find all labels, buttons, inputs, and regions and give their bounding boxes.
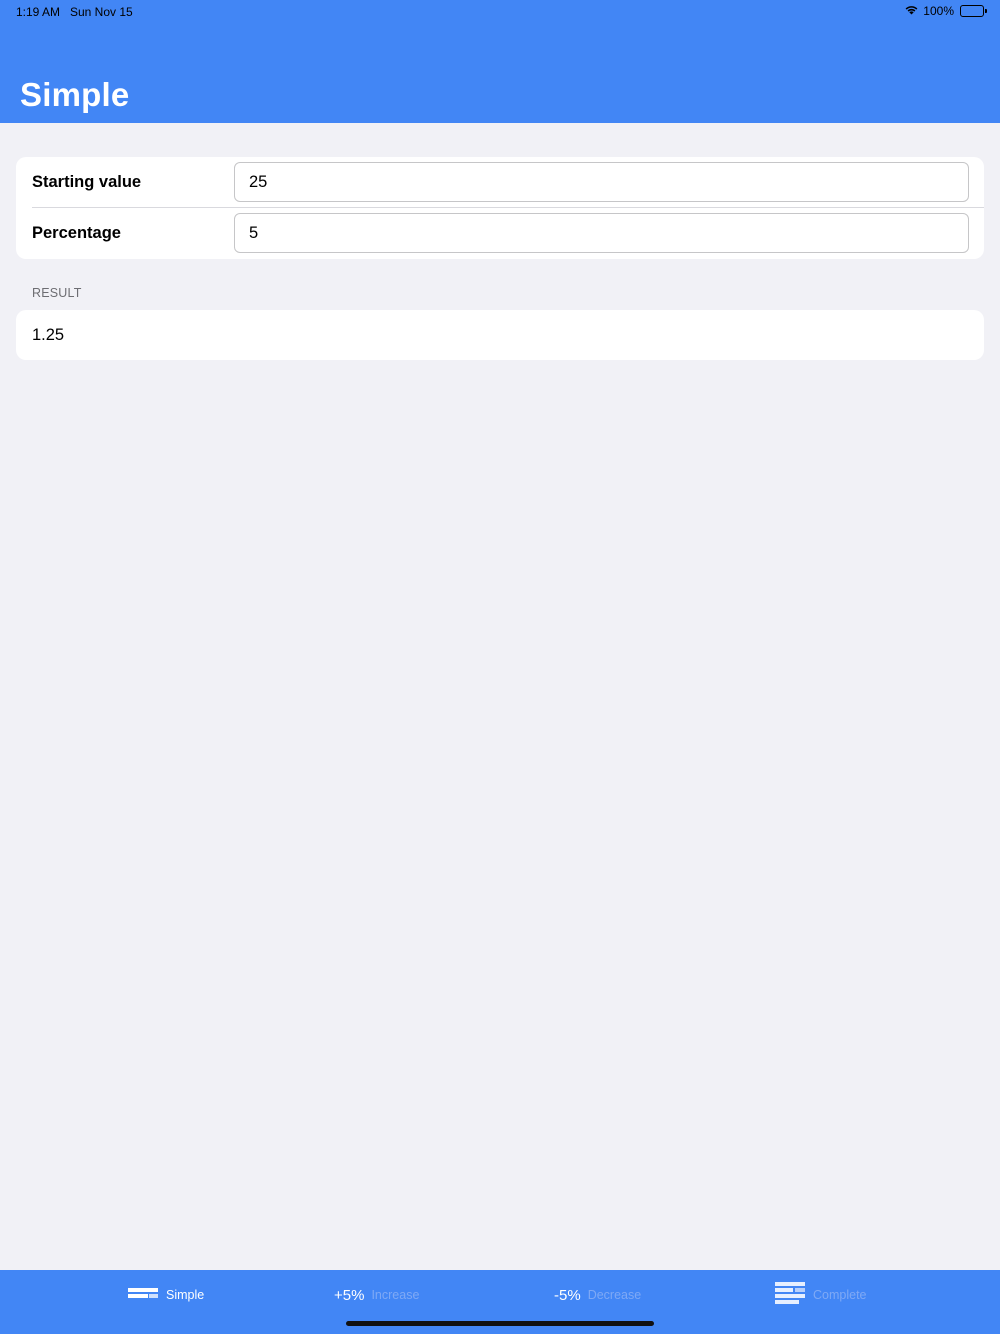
bar-lines-icon <box>128 1287 159 1304</box>
input-form-card: Starting value Percentage <box>16 157 984 259</box>
battery-percent: 100% <box>923 4 954 18</box>
status-time: 1:19 AM <box>16 5 61 19</box>
percentage-input[interactable] <box>234 213 969 253</box>
minus-percent-icon: -5% <box>554 1286 581 1304</box>
tab-decrease-label: Decrease <box>587 1288 642 1302</box>
result-card: 1.25 <box>16 310 984 360</box>
battery-icon <box>960 5 987 17</box>
starting-value-label: Starting value <box>32 173 142 191</box>
home-indicator <box>346 1321 654 1326</box>
tab-complete-label: Complete <box>813 1288 867 1302</box>
plus-percent-icon: +5% <box>334 1286 365 1304</box>
result-value: 1.25 <box>32 326 65 344</box>
stacked-bars-icon <box>775 1281 806 1310</box>
page-title: Simple <box>20 76 130 113</box>
tab-simple-label: Simple <box>166 1288 205 1302</box>
percentage-row: Percentage <box>16 208 984 259</box>
result-section-header: RESULT <box>32 286 82 300</box>
starting-value-row: Starting value <box>16 157 984 208</box>
tab-decrease[interactable]: -5% Decrease <box>554 1280 641 1310</box>
status-bar: 1:19 AM Sun Nov 15 100% <box>0 0 1000 24</box>
tab-increase-label: Increase <box>371 1288 420 1302</box>
status-date: Sun Nov 15 <box>70 5 133 19</box>
tab-complete[interactable]: Complete <box>775 1280 867 1310</box>
starting-value-input[interactable] <box>234 162 969 202</box>
percentage-label: Percentage <box>32 224 121 242</box>
tab-increase[interactable]: +5% Increase <box>334 1280 419 1310</box>
status-indicators: 100% <box>904 4 987 18</box>
tab-simple[interactable]: Simple <box>128 1280 204 1310</box>
wifi-icon <box>904 4 919 18</box>
